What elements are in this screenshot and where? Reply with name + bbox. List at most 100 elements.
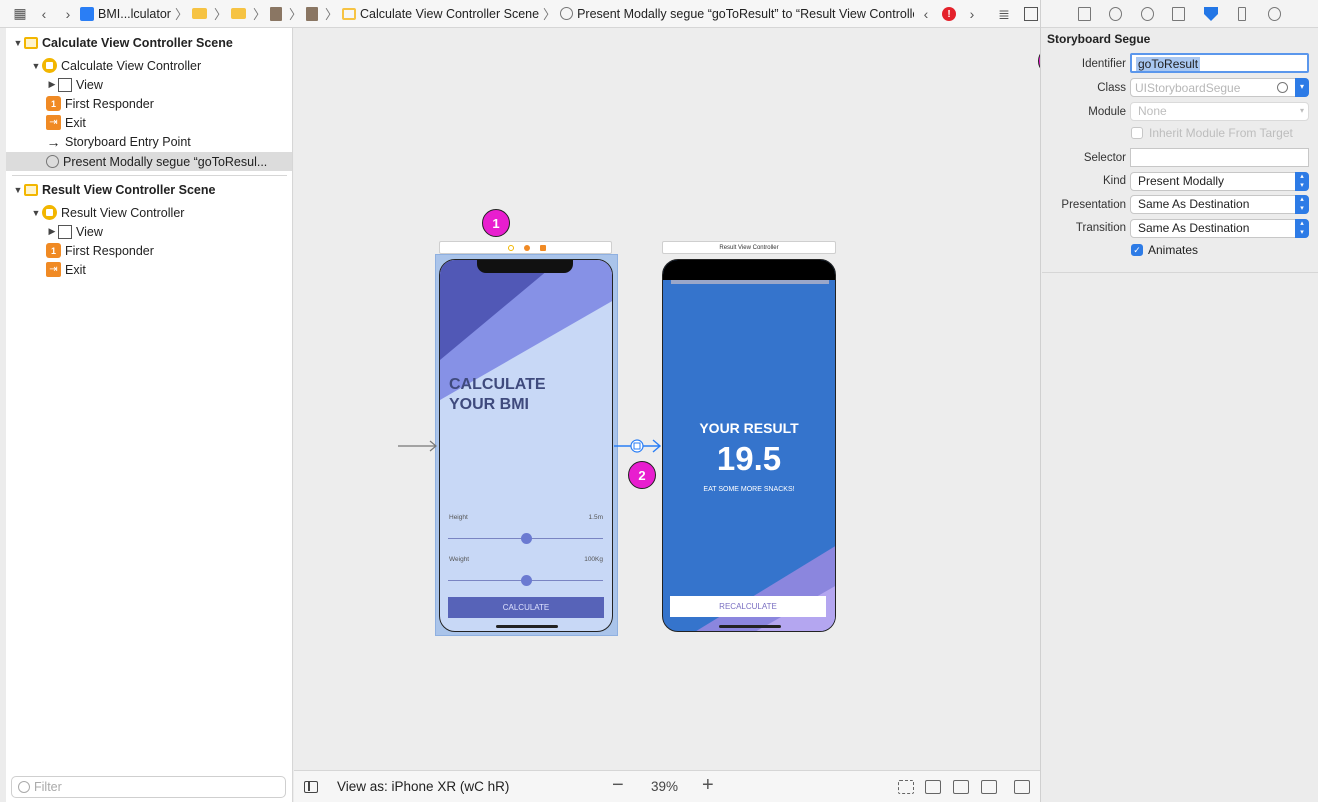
class-label: Class [1097,82,1126,94]
zoom-out-icon[interactable]: − [612,774,624,797]
storyboard-file-icon[interactable] [306,6,318,21]
related-items-icon[interactable]: ▦ [8,3,32,25]
document-outline: ▼ Calculate View Controller Scene ▼ Calc… [6,28,293,802]
connections-inspector-icon[interactable] [1268,7,1281,21]
outline-row-first-responder[interactable]: 1 First Responder [6,94,292,113]
error-icon[interactable]: ! [942,7,956,21]
disclosure-down-icon[interactable]: ▼ [12,185,24,195]
arrow-right-icon: → [46,133,61,150]
folder-icon[interactable] [230,8,246,19]
view-controller-icon [42,58,57,73]
identity-inspector-icon[interactable] [1172,7,1185,21]
add-editor-icon[interactable] [1024,7,1038,21]
add-constraints-icon[interactable] [953,780,969,794]
exit-dock-icon[interactable] [540,245,546,251]
history-inspector-icon[interactable] [1109,7,1122,21]
chevron-down-icon[interactable]: ▾ [1295,78,1309,97]
segue-arrow[interactable] [614,437,664,455]
size-inspector-icon[interactable] [1238,7,1246,21]
disclosure-down-icon[interactable]: ▼ [12,38,24,48]
view-icon [58,224,72,239]
disclosure-down-icon[interactable]: ▼ [30,61,42,71]
outline-row-calculate-vc[interactable]: ▼ Calculate View Controller [6,56,292,75]
calculate-device-frame[interactable]: CALCULATE YOUR BMI Height 1.5m Weight 10… [439,259,613,632]
embed-in-icon[interactable] [898,780,914,794]
outline-label: View [76,224,103,239]
view-as-device[interactable]: View as: iPhone XR (wC hR) [337,779,509,794]
outline-label: First Responder [65,96,154,111]
previous-issue-icon[interactable]: ‹ [914,3,938,25]
file-inspector-icon[interactable] [1078,7,1091,21]
result-device-frame[interactable]: YOUR RESULT 19.5 EAT SOME MORE SNACKS! R… [662,259,836,632]
outline-row-exit[interactable]: ⇥ Exit [6,113,292,132]
outline-row-view[interactable]: ▶ View [6,222,292,241]
zoom-level[interactable]: 39% [651,779,678,794]
outline-row-calculate-scene[interactable]: ▼ Calculate View Controller Scene [6,33,292,52]
outline-row-result-scene[interactable]: ▼ Result View Controller Scene [6,180,292,199]
result-value: 19.5 [716,440,782,477]
first-responder-dock-icon[interactable] [524,245,530,251]
inherit-module-label: Inherit Module From Target [1149,126,1293,140]
view-controller-dock-icon[interactable] [508,245,514,251]
disclosure-down-icon[interactable]: ▼ [30,208,42,218]
presentation-popup[interactable]: Same As Destination ▴ ▾ [1130,195,1309,214]
disclosure-right-icon[interactable]: ▶ [46,226,58,237]
first-responder-icon: 1 [46,243,61,258]
embed-stack-icon[interactable] [1014,780,1030,794]
inspector-tabs [1041,0,1318,28]
outline-row-first-responder[interactable]: 1 First Responder [6,241,292,260]
document-items-icon[interactable]: ≣ [992,3,1016,25]
folder-icon[interactable] [191,8,207,19]
zoom-in-icon[interactable]: + [702,774,714,797]
height-slider-knob[interactable] [521,533,532,544]
transition-value: Same As Destination [1138,221,1250,235]
class-field[interactable]: UIStoryboardSegue ▾ [1130,78,1309,97]
go-to-class-icon[interactable] [1277,82,1288,93]
animates-label: Animates [1148,243,1199,257]
recalculate-button[interactable]: RECALCULATE [670,596,826,617]
outline-label: Exit [65,262,86,277]
calculate-scene-dock[interactable] [439,241,612,254]
height-label: Height [449,514,468,521]
breadcrumb-scene[interactable]: Calculate View Controller Scene [360,7,539,21]
weight-slider-knob[interactable] [521,575,532,586]
attributes-inspector-icon[interactable] [1204,7,1218,21]
outline-row-exit[interactable]: ⇥ Exit [6,260,292,279]
forward-icon[interactable]: › [56,3,80,25]
breadcrumb-project[interactable]: BMI...lculator [98,7,171,21]
outline-row-segue[interactable]: Present Modally segue “goToResul... [6,152,292,171]
segue-icon [46,155,59,168]
next-issue-icon[interactable]: › [960,3,984,25]
scene-icon [24,183,38,196]
module-label: Module [1088,106,1126,118]
outline-row-result-vc[interactable]: ▼ Result View Controller [6,203,292,222]
transition-label: Transition [1075,222,1126,234]
home-indicator [496,625,558,628]
jump-bar: ▦ ‹ › BMI...lculator 〉 〉 〉 〉 〉 Calculate… [0,0,1040,28]
outline-label: Calculate View Controller [61,58,202,73]
kind-popup[interactable]: Present Modally ▴ ▾ [1130,172,1309,191]
disclosure-right-icon[interactable]: ▶ [46,79,58,90]
toggle-outline-icon[interactable] [304,781,318,793]
outline-filter-field[interactable]: Filter [11,776,286,798]
storyboard-file-icon[interactable] [269,6,282,21]
help-inspector-icon[interactable] [1141,7,1154,21]
back-icon[interactable]: ‹ [32,3,56,25]
animates-checkbox[interactable]: ✓ [1131,244,1143,256]
outline-row-view[interactable]: ▶ View [6,75,292,94]
resolve-layout-icon[interactable] [981,780,997,794]
filter-icon [18,781,30,793]
breadcrumb-segue[interactable]: Present Modally segue “goToResult” to “R… [577,7,928,21]
result-scene-dock[interactable]: Result View Controller [662,241,836,254]
xcode-window: ▦ ‹ › BMI...lculator 〉 〉 〉 〉 〉 Calculate… [0,0,1318,802]
transition-popup[interactable]: Same As Destination ▴ ▾ [1130,219,1309,238]
calculate-button[interactable]: CALCULATE [448,597,604,618]
device-notch [477,260,573,273]
selector-field[interactable] [1130,148,1309,167]
outline-row-entry-point[interactable]: → Storyboard Entry Point [6,132,292,151]
entry-point-arrow[interactable] [398,438,440,454]
identifier-field[interactable]: goToResult [1130,53,1309,73]
result-scene-dock-title: Result View Controller [719,245,779,251]
align-icon[interactable] [925,780,941,794]
outline-label: View [76,77,103,92]
